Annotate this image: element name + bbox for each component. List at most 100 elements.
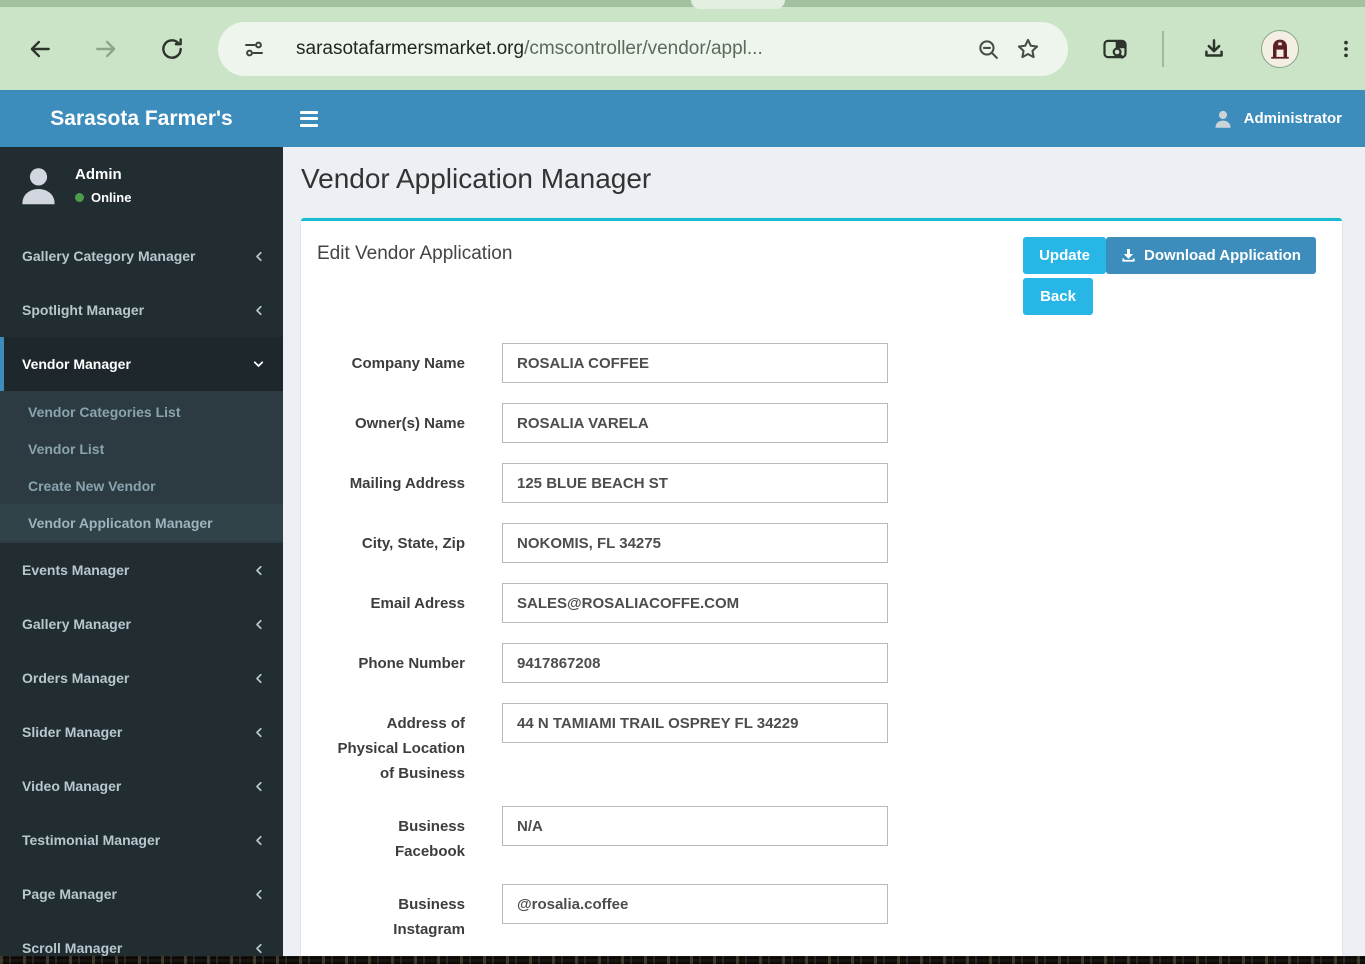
browser-reload-button[interactable] — [148, 25, 196, 73]
url-bar[interactable]: sarasotafarmersmarket.org/cmscontroller/… — [218, 22, 1068, 76]
sidebar-subitem-vendor-categories-list[interactable]: Vendor Categories List — [0, 393, 283, 430]
sidebar-item-slider-manager[interactable]: Slider Manager — [0, 705, 283, 759]
toolbar-divider — [1162, 31, 1164, 67]
tune-icon — [245, 41, 263, 57]
download-icon — [1122, 248, 1135, 262]
sidebar: Sarasota Farmer's Admin Online Gallery C… — [0, 90, 283, 964]
field-label: Owner(s) Name — [354, 415, 465, 432]
sidebar-subitem-vendor-applicaton-manager[interactable]: Vendor Applicaton Manager — [0, 504, 283, 541]
sidebar-item-events-manager[interactable]: Events Manager — [0, 543, 283, 597]
owner-s-name-input[interactable] — [502, 403, 888, 443]
field-label: Address of Physical Location of Business — [337, 715, 465, 782]
sidebar-item-gallery-manager[interactable]: Gallery Manager — [0, 597, 283, 651]
sidebar-item-spotlight-manager[interactable]: Spotlight Manager — [0, 283, 283, 337]
sidebar-item-label: Spotlight Manager — [22, 302, 145, 318]
chevron-left-icon — [253, 942, 265, 955]
card-actions: Update Download Application Back — [1023, 237, 1316, 315]
sidebar-item-orders-manager[interactable]: Orders Manager — [0, 651, 283, 705]
sidebar-item-page-manager[interactable]: Page Manager — [0, 867, 283, 921]
download-button-label: Download Application — [1144, 247, 1301, 264]
sidebar-nav: Gallery Category Manager Spotlight Manage… — [0, 229, 283, 964]
side-panel-search-icon — [1103, 39, 1127, 59]
browser-menu-button[interactable] — [1322, 25, 1365, 73]
form-row: Business Instagram — [333, 884, 1342, 942]
field-label: Mailing Address — [349, 475, 465, 492]
site-settings-button[interactable] — [234, 29, 274, 69]
sidebar-toggle-button[interactable] — [300, 97, 344, 141]
sidebar-item-label: Vendor Manager — [22, 356, 131, 372]
brand-logo[interactable]: Sarasota Farmer's — [0, 90, 283, 147]
form-row: Business Facebook — [333, 806, 1342, 864]
sidebar-subitem-label: Vendor Applicaton Manager — [28, 514, 213, 531]
sidebar-item-vendor-manager[interactable]: Vendor Manager — [0, 337, 283, 391]
three-dot-menu-icon — [1344, 40, 1348, 57]
online-status-dot — [75, 192, 84, 202]
sidebar-item-label: Video Manager — [22, 778, 122, 794]
address-of-physical-location-of-business-input[interactable] — [502, 703, 888, 743]
browser-back-button[interactable] — [16, 25, 64, 73]
sidebar-subitem-label: Create New Vendor — [28, 477, 156, 494]
chevron-left-icon — [253, 250, 265, 263]
city-state-zip-input[interactable] — [502, 523, 888, 563]
sidebar-item-label: Scroll Manager — [22, 940, 123, 956]
sidebar-item-label: Testimonial Manager — [22, 832, 161, 848]
phone-number-input[interactable] — [502, 643, 888, 683]
user-status[interactable]: Online — [75, 190, 131, 205]
field-label: Email Adress — [370, 595, 466, 612]
business-instagram-input[interactable] — [502, 884, 888, 924]
online-status-label: Online — [91, 189, 132, 205]
company-name-input[interactable] — [502, 343, 888, 383]
sidebar-subitem-vendor-list[interactable]: Vendor List — [0, 430, 283, 467]
zoom-out-icon — [978, 39, 998, 59]
update-button[interactable]: Update — [1023, 237, 1106, 274]
browser-forward-button[interactable] — [82, 25, 130, 73]
sidebar-submenu: Vendor Categories List Vendor List Create … — [0, 391, 283, 543]
business-facebook-input[interactable] — [502, 806, 888, 846]
profile-avatar — [1261, 29, 1299, 68]
sidebar-item-label: Gallery Manager — [22, 616, 131, 632]
back-button[interactable]: Back — [1023, 278, 1093, 315]
email-adress-input[interactable] — [502, 583, 888, 623]
downloads-button[interactable] — [1190, 25, 1238, 73]
profile-button[interactable] — [1260, 29, 1300, 69]
mailing-address-input[interactable] — [502, 463, 888, 503]
sidebar-item-label: Events Manager — [22, 562, 130, 578]
sidebar-item-video-manager[interactable]: Video Manager — [0, 759, 283, 813]
side-panel-search-button[interactable] — [1091, 25, 1139, 73]
card-header: Edit Vendor Application Update Download … — [301, 221, 1342, 321]
chevron-left-icon — [253, 564, 265, 577]
top-navbar: Administrator — [283, 90, 1365, 147]
user-info: Admin Online — [75, 166, 131, 205]
navbar-user-menu[interactable]: Administrator — [1212, 108, 1342, 130]
form-row: Phone Number — [333, 643, 1342, 683]
page-title: Vendor Application Manager — [301, 163, 652, 194]
form-row: City, State, Zip — [333, 523, 1342, 563]
bookmark-button[interactable] — [1008, 29, 1048, 69]
field-label: Business Instagram — [393, 896, 465, 938]
user-panel: Admin Online — [0, 147, 283, 229]
zoom-level-button[interactable] — [968, 29, 1008, 69]
sidebar-item-label: Orders Manager — [22, 670, 130, 686]
chevron-left-icon — [253, 672, 265, 685]
forward-arrow-icon — [96, 40, 116, 57]
content-area: Vendor Application Manager Edit Vendor A… — [283, 147, 1365, 964]
user-icon — [1215, 110, 1231, 128]
download-icon — [1205, 38, 1223, 57]
navbar-user-label: Administrator — [1243, 110, 1342, 127]
chevron-left-icon — [253, 780, 265, 793]
sidebar-item-label: Gallery Category Manager — [22, 248, 196, 264]
download-application-button[interactable]: Download Application — [1106, 237, 1316, 274]
form-row: Email Adress — [333, 583, 1342, 623]
card-title: Edit Vendor Application — [317, 243, 513, 264]
sidebar-subitem-create-new-vendor[interactable]: Create New Vendor — [0, 467, 283, 504]
main-column: Administrator Vendor Application Manager… — [283, 90, 1365, 964]
field-label: Phone Number — [358, 655, 465, 672]
sidebar-item-testimonial-manager[interactable]: Testimonial Manager — [0, 813, 283, 867]
app-frame: Sarasota Farmer's Admin Online Gallery C… — [0, 90, 1365, 964]
bottom-window-edge — [0, 956, 1365, 964]
sidebar-item-gallery-category-manager[interactable]: Gallery Category Manager — [0, 229, 283, 283]
form-row: Mailing Address — [333, 463, 1342, 503]
sidebar-subitem-label: Vendor List — [28, 440, 105, 457]
sidebar-subitem-label: Vendor Categories List — [28, 403, 181, 420]
user-avatar-icon — [22, 167, 55, 204]
